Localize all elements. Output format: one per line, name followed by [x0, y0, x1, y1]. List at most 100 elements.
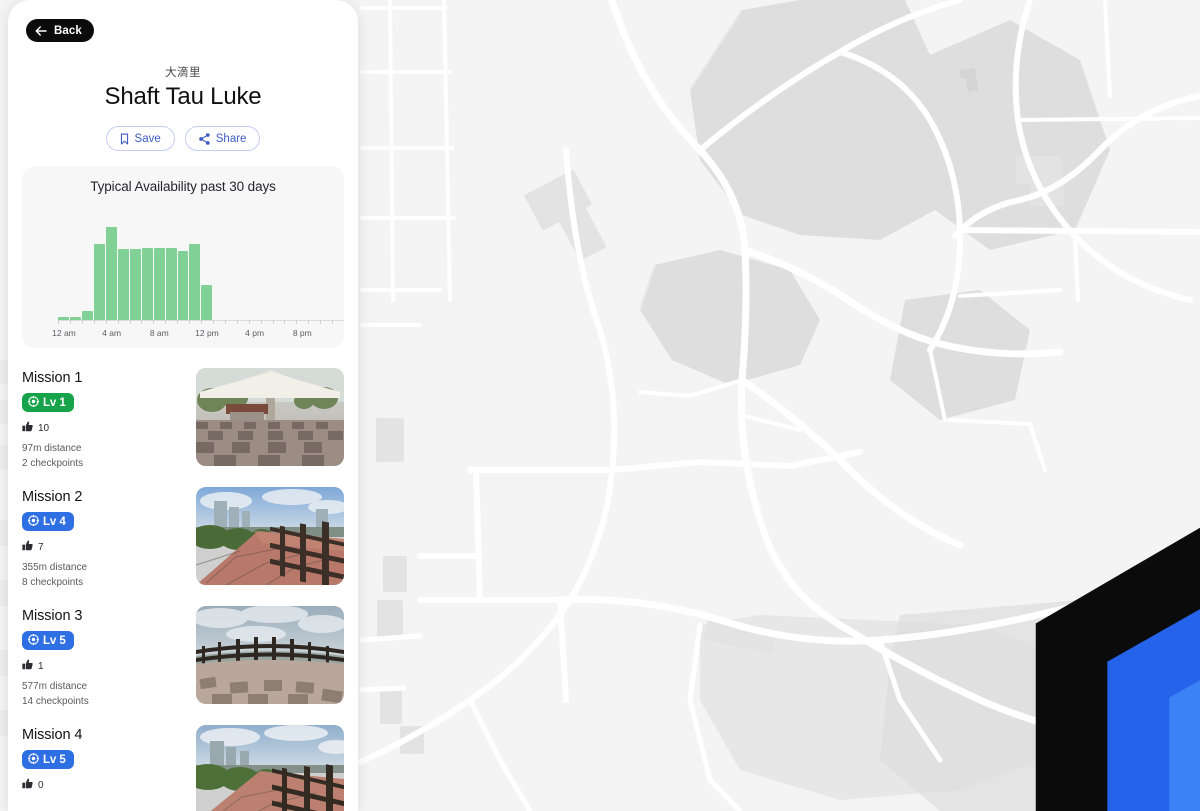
mission-3-thumbnail[interactable] — [196, 606, 344, 705]
save-button-label: Save — [134, 132, 161, 145]
chart-tick — [260, 320, 262, 325]
level-badge: Lv 1 — [22, 393, 74, 413]
chart-bar — [105, 227, 117, 321]
back-button-label: Back — [54, 24, 82, 37]
chart-tick — [81, 320, 83, 325]
chart-bar — [177, 251, 189, 321]
action-buttons: Save Share — [8, 126, 358, 152]
mission-list-item[interactable]: Mission 1 Lv 1 10 97m distance 2 checkpoin… — [8, 362, 358, 481]
mission-distance: 97m distance — [22, 443, 82, 455]
chart-bar — [201, 285, 213, 321]
chart-bar — [93, 244, 105, 321]
mission-info: Mission 4 Lv 5 0 — [22, 725, 184, 792]
chart-bar — [117, 249, 129, 321]
chart-bars — [58, 220, 344, 321]
chart-tick — [105, 320, 107, 325]
chart-tick — [93, 320, 95, 325]
level-badge-label: Lv 5 — [43, 753, 66, 766]
mission-distance: 577m distance — [22, 681, 88, 693]
chart-tick — [296, 320, 298, 325]
mission-list: Mission 1 Lv 1 10 97m distance 2 checkpoin… — [8, 362, 358, 811]
mission-info: Mission 3 Lv 5 1 577m distance 14 checkpoi… — [22, 606, 184, 709]
chart-x-label: 4 am — [102, 328, 122, 339]
chart-tick — [141, 320, 143, 325]
mission-meta: 355m distance 8 checkpoints — [22, 560, 184, 590]
target-icon — [27, 395, 40, 410]
level-badge-label: Lv 5 — [43, 634, 66, 647]
share-button-label: Share — [215, 132, 247, 145]
chart-x-ticks — [58, 320, 344, 325]
availability-chart-card: Typical Availability past 30 days 12 am 4… — [22, 166, 344, 349]
likes-count: 10 — [22, 421, 184, 435]
chart-x-label: 8 am — [149, 328, 169, 339]
target-icon — [27, 514, 40, 529]
hexagon-location-marker[interactable] — [722, 385, 1200, 811]
likes-value: 0 — [38, 779, 44, 791]
chart-tick — [69, 320, 71, 325]
level-badge: Lv 5 — [22, 631, 74, 651]
chart-bar — [129, 249, 141, 321]
back-button[interactable]: Back — [26, 19, 94, 42]
chart-tick — [308, 320, 310, 325]
level-badge: Lv 5 — [22, 750, 74, 770]
chart-tick — [284, 320, 286, 325]
chart-tick — [320, 320, 322, 325]
mission-meta: 97m distance 2 checkpoints — [22, 441, 184, 471]
chart-tick — [165, 320, 167, 325]
chart-tick — [272, 320, 274, 325]
share-button[interactable]: Share — [184, 126, 261, 152]
chart-bar — [141, 248, 153, 321]
chart-tick — [129, 320, 131, 325]
save-button[interactable]: Save — [105, 126, 175, 152]
chart-tick — [153, 320, 155, 325]
chart-bar — [153, 248, 165, 321]
likes-value: 7 — [38, 541, 44, 553]
likes-count: 7 — [22, 540, 184, 554]
likes-count: 0 — [22, 778, 184, 792]
chart-bar — [189, 244, 201, 321]
mission-checkpoints: 8 checkpoints — [22, 577, 84, 589]
chart-tick — [58, 320, 59, 325]
chart-plot-area: 12 am 4 am 8 am 12 pm 4 pm 8 pm — [22, 208, 344, 348]
chart-tick — [332, 320, 334, 325]
mission-info: Mission 2 Lv 4 7 355m distance 8 checkpoin… — [22, 487, 184, 590]
mission-name: Mission 3 — [22, 608, 83, 625]
chart-x-label: 8 pm — [292, 328, 312, 339]
chart-bar — [165, 248, 177, 321]
chart-bar — [81, 311, 93, 321]
mission-name: Mission 4 — [22, 727, 83, 744]
mission-info: Mission 1 Lv 1 10 97m distance 2 checkpoin… — [22, 368, 184, 471]
mission-4-thumbnail[interactable] — [196, 725, 344, 811]
chart-x-label: 4 pm — [245, 328, 265, 339]
chart-tick — [236, 320, 238, 325]
likes-value: 10 — [38, 422, 50, 434]
chart-tick — [177, 320, 179, 325]
thumbs-up-icon — [22, 540, 33, 554]
mission-list-item[interactable]: Mission 3 Lv 5 1 577m distance 14 checkpoi… — [8, 600, 358, 719]
mission-meta: 577m distance 14 checkpoints — [22, 679, 184, 709]
place-subtitle-native: 大滴里 — [165, 67, 201, 79]
share-icon — [198, 133, 210, 145]
chart-tick — [201, 320, 202, 325]
chart-tick — [224, 320, 226, 325]
page-title: Shaft Tau Luke — [104, 83, 262, 110]
thumbs-up-icon — [22, 421, 33, 435]
chart-tick — [117, 320, 119, 325]
detail-sidebar: Back 大滴里 Shaft Tau Luke Save Share Typic… — [8, 0, 358, 811]
mission-distance: 355m distance — [22, 562, 88, 574]
chart-tick — [189, 320, 191, 325]
chart-x-label: 12 am — [52, 328, 76, 339]
thumbs-up-icon — [22, 778, 33, 792]
bookmark-icon — [120, 133, 129, 145]
mission-1-thumbnail[interactable] — [196, 368, 344, 467]
mission-name: Mission 1 — [22, 370, 83, 387]
chart-x-tick-labels: 12 am 4 am 8 am 12 pm 4 pm 8 pm — [22, 328, 344, 342]
mission-list-item[interactable]: Mission 4 Lv 5 0 — [8, 719, 358, 811]
thumbs-up-icon — [22, 659, 33, 673]
chart-x-label: 12 pm — [195, 328, 219, 339]
mission-list-item[interactable]: Mission 2 Lv 4 7 355m distance 8 checkpoin… — [8, 481, 358, 600]
chart-tick — [212, 320, 214, 325]
chart-title: Typical Availability past 30 days — [90, 179, 276, 195]
level-badge-label: Lv 4 — [43, 515, 66, 528]
mission-2-thumbnail[interactable] — [196, 487, 344, 586]
